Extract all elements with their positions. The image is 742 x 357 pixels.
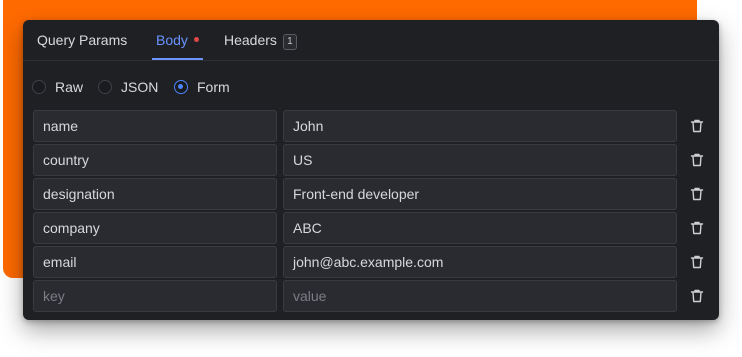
value-field[interactable]: john@abc.example.com (283, 246, 677, 278)
value-field[interactable]: John (283, 110, 677, 142)
new-value-field[interactable]: value (283, 280, 677, 312)
radio-form-circle[interactable] (174, 80, 188, 94)
radio-raw[interactable]: Raw (32, 77, 83, 97)
value-field[interactable]: ABC (283, 212, 677, 244)
tab-body[interactable]: Body (152, 32, 203, 60)
radio-form-label: Form (197, 79, 230, 95)
request-body-panel: Query Params Body Headers 1 Raw JSON Form… (23, 20, 719, 320)
trash-icon[interactable] (689, 254, 705, 270)
modified-dot-icon (193, 37, 199, 42)
radio-json-circle[interactable] (98, 80, 112, 94)
form-row: designation Front-end developer (33, 178, 713, 210)
trash-icon[interactable] (689, 220, 705, 236)
tab-body-label: Body (156, 32, 188, 48)
value-field[interactable]: Front-end developer (283, 178, 677, 210)
trash-icon[interactable] (689, 152, 705, 168)
trash-icon[interactable] (689, 118, 705, 134)
key-field[interactable]: email (33, 246, 277, 278)
form-row: email john@abc.example.com (33, 246, 713, 278)
form-row: company ABC (33, 212, 713, 244)
radio-raw-circle[interactable] (32, 80, 46, 94)
headers-count-badge: 1 (282, 34, 297, 50)
form-row: country US (33, 144, 713, 176)
form-rows: name John country US designation Front-e… (33, 110, 713, 314)
form-row-new: key value (33, 280, 713, 312)
tab-headers[interactable]: Headers 1 (224, 32, 297, 60)
key-field[interactable]: designation (33, 178, 277, 210)
key-field[interactable]: name (33, 110, 277, 142)
key-field[interactable]: company (33, 212, 277, 244)
trash-icon[interactable] (689, 288, 705, 304)
value-field[interactable]: US (283, 144, 677, 176)
tab-bar: Query Params Body Headers 1 (23, 20, 719, 61)
new-key-field[interactable]: key (33, 280, 277, 312)
radio-raw-label: Raw (55, 79, 84, 95)
tab-query-params[interactable]: Query Params (37, 32, 127, 60)
form-row: name John (33, 110, 713, 142)
radio-json-label: JSON (121, 79, 159, 95)
key-field[interactable]: country (33, 144, 277, 176)
tab-query-params-label: Query Params (37, 32, 128, 48)
tab-headers-label: Headers (224, 32, 277, 48)
radio-form[interactable]: Form (174, 77, 230, 97)
trash-icon[interactable] (689, 186, 705, 202)
radio-json[interactable]: JSON (98, 77, 158, 97)
